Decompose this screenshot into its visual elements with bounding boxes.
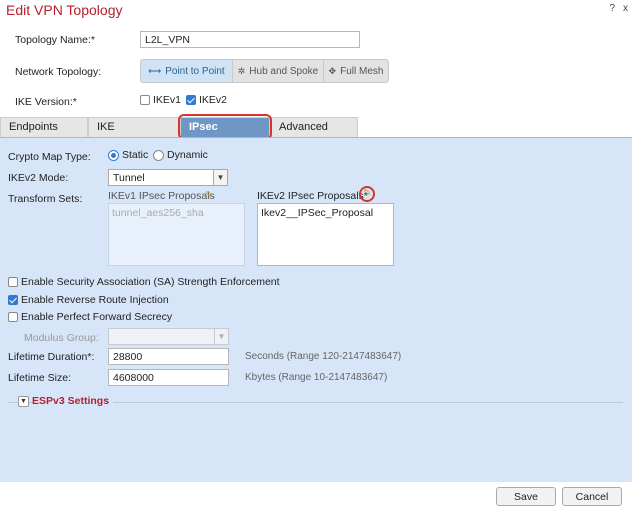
list-item: tunnel_aes256_sha	[112, 207, 204, 219]
lifetime-duration-input[interactable]: 28800	[108, 348, 229, 365]
transform-sets-label: Transform Sets:	[8, 193, 83, 205]
crypto-static-radio[interactable]	[108, 150, 119, 161]
rri-label: Enable Reverse Route Injection	[21, 294, 169, 306]
ikev2-edit-pencil-icon[interactable]: ✎	[363, 188, 371, 199]
hub-icon: ✲	[237, 65, 246, 76]
ipsec-panel	[0, 137, 632, 482]
modulus-group-select[interactable]: ▼	[108, 328, 229, 345]
ike-version-label: IKE Version:*	[15, 96, 77, 108]
pfs-checkbox[interactable]	[8, 312, 18, 322]
ikev2-checkbox[interactable]	[186, 95, 196, 105]
tab-bar: Endpoints IKE IPsec Advanced	[0, 117, 632, 137]
crypto-dynamic-label: Dynamic	[167, 149, 208, 161]
network-topology-label: Network Topology:	[15, 66, 102, 78]
ikev2-mode-value: Tunnel	[113, 172, 145, 184]
save-button[interactable]: Save	[496, 487, 556, 506]
lifetime-size-input[interactable]: 4608000	[108, 369, 229, 386]
crypto-static-label: Static	[122, 149, 149, 161]
crypto-dynamic-radio[interactable]	[153, 150, 164, 161]
hub-and-spoke-label: Hub and Spoke	[249, 65, 319, 77]
ikev1-checkbox[interactable]	[140, 95, 150, 105]
modulus-group-label: Modulus Group:	[24, 332, 99, 344]
ikev2-label: IKEv2	[199, 94, 228, 106]
topology-name-label: Topology Name:*	[15, 34, 95, 46]
ikev1-proposals-list[interactable]: tunnel_aes256_sha	[108, 203, 245, 266]
sa-strength-label: Enable Security Association (SA) Strengt…	[21, 276, 280, 288]
ikev1-proposals-label: IKEv1 IPsec Proposals	[108, 190, 215, 202]
arrows-icon: ⟷	[148, 65, 162, 76]
chevron-down-icon: ▼	[213, 170, 227, 185]
tab-endpoints[interactable]: Endpoints	[0, 117, 88, 137]
ikev2-proposals-list[interactable]: Ikev2__IPSec_Proposal	[257, 203, 394, 266]
rri-checkbox[interactable]	[8, 295, 18, 305]
crypto-map-label: Crypto Map Type:	[8, 151, 91, 163]
ikev2-proposals-label: IKEv2 IPsec Proposals*	[257, 190, 368, 202]
sa-strength-checkbox[interactable]	[8, 277, 18, 287]
expand-toggle-icon[interactable]: ▼	[18, 396, 29, 407]
point-to-point-label: Point to Point	[165, 65, 225, 77]
full-mesh-option[interactable]: ✥ Full Mesh	[324, 60, 388, 82]
tab-ike[interactable]: IKE	[88, 117, 180, 137]
title-icons: ? x	[609, 3, 628, 14]
help-icon[interactable]: ?	[609, 3, 615, 14]
ikev2-mode-label: IKEv2 Mode:	[8, 172, 69, 184]
mesh-icon: ✥	[328, 65, 337, 76]
topology-name-input[interactable]: L2L_VPN	[140, 31, 360, 48]
espv3-settings-label[interactable]: ESPv3 Settings	[32, 395, 114, 407]
lifetime-size-hint: Kbytes (Range 10-2147483647)	[245, 372, 388, 383]
lifetime-duration-label: Lifetime Duration*:	[8, 351, 95, 363]
list-item: Ikev2__IPSec_Proposal	[261, 207, 374, 219]
full-mesh-label: Full Mesh	[340, 65, 384, 77]
ikev2-mode-select[interactable]: Tunnel ▼	[108, 169, 228, 186]
cancel-button[interactable]: Cancel	[562, 487, 622, 506]
edit-vpn-topology-dialog: Edit VPN Topology ? x Topology Name:* L2…	[0, 0, 632, 511]
chevron-down-icon: ▼	[214, 329, 228, 344]
close-icon[interactable]: x	[623, 3, 628, 14]
network-topology-selector: ⟷ Point to Point ✲ Hub and Spoke ✥ Full …	[140, 59, 389, 83]
dialog-title: Edit VPN Topology	[6, 2, 123, 18]
ikev1-label: IKEv1	[153, 94, 182, 106]
point-to-point-option[interactable]: ⟷ Point to Point	[141, 60, 233, 82]
lifetime-size-label: Lifetime Size:	[8, 372, 72, 384]
pfs-label: Enable Perfect Forward Secrecy	[21, 311, 173, 323]
tab-advanced[interactable]: Advanced	[270, 117, 358, 137]
lifetime-duration-hint: Seconds (Range 120-2147483647)	[245, 351, 402, 362]
hub-and-spoke-option[interactable]: ✲ Hub and Spoke	[233, 60, 324, 82]
ikev1-edit-pencil-icon[interactable]: ✎	[205, 190, 213, 201]
